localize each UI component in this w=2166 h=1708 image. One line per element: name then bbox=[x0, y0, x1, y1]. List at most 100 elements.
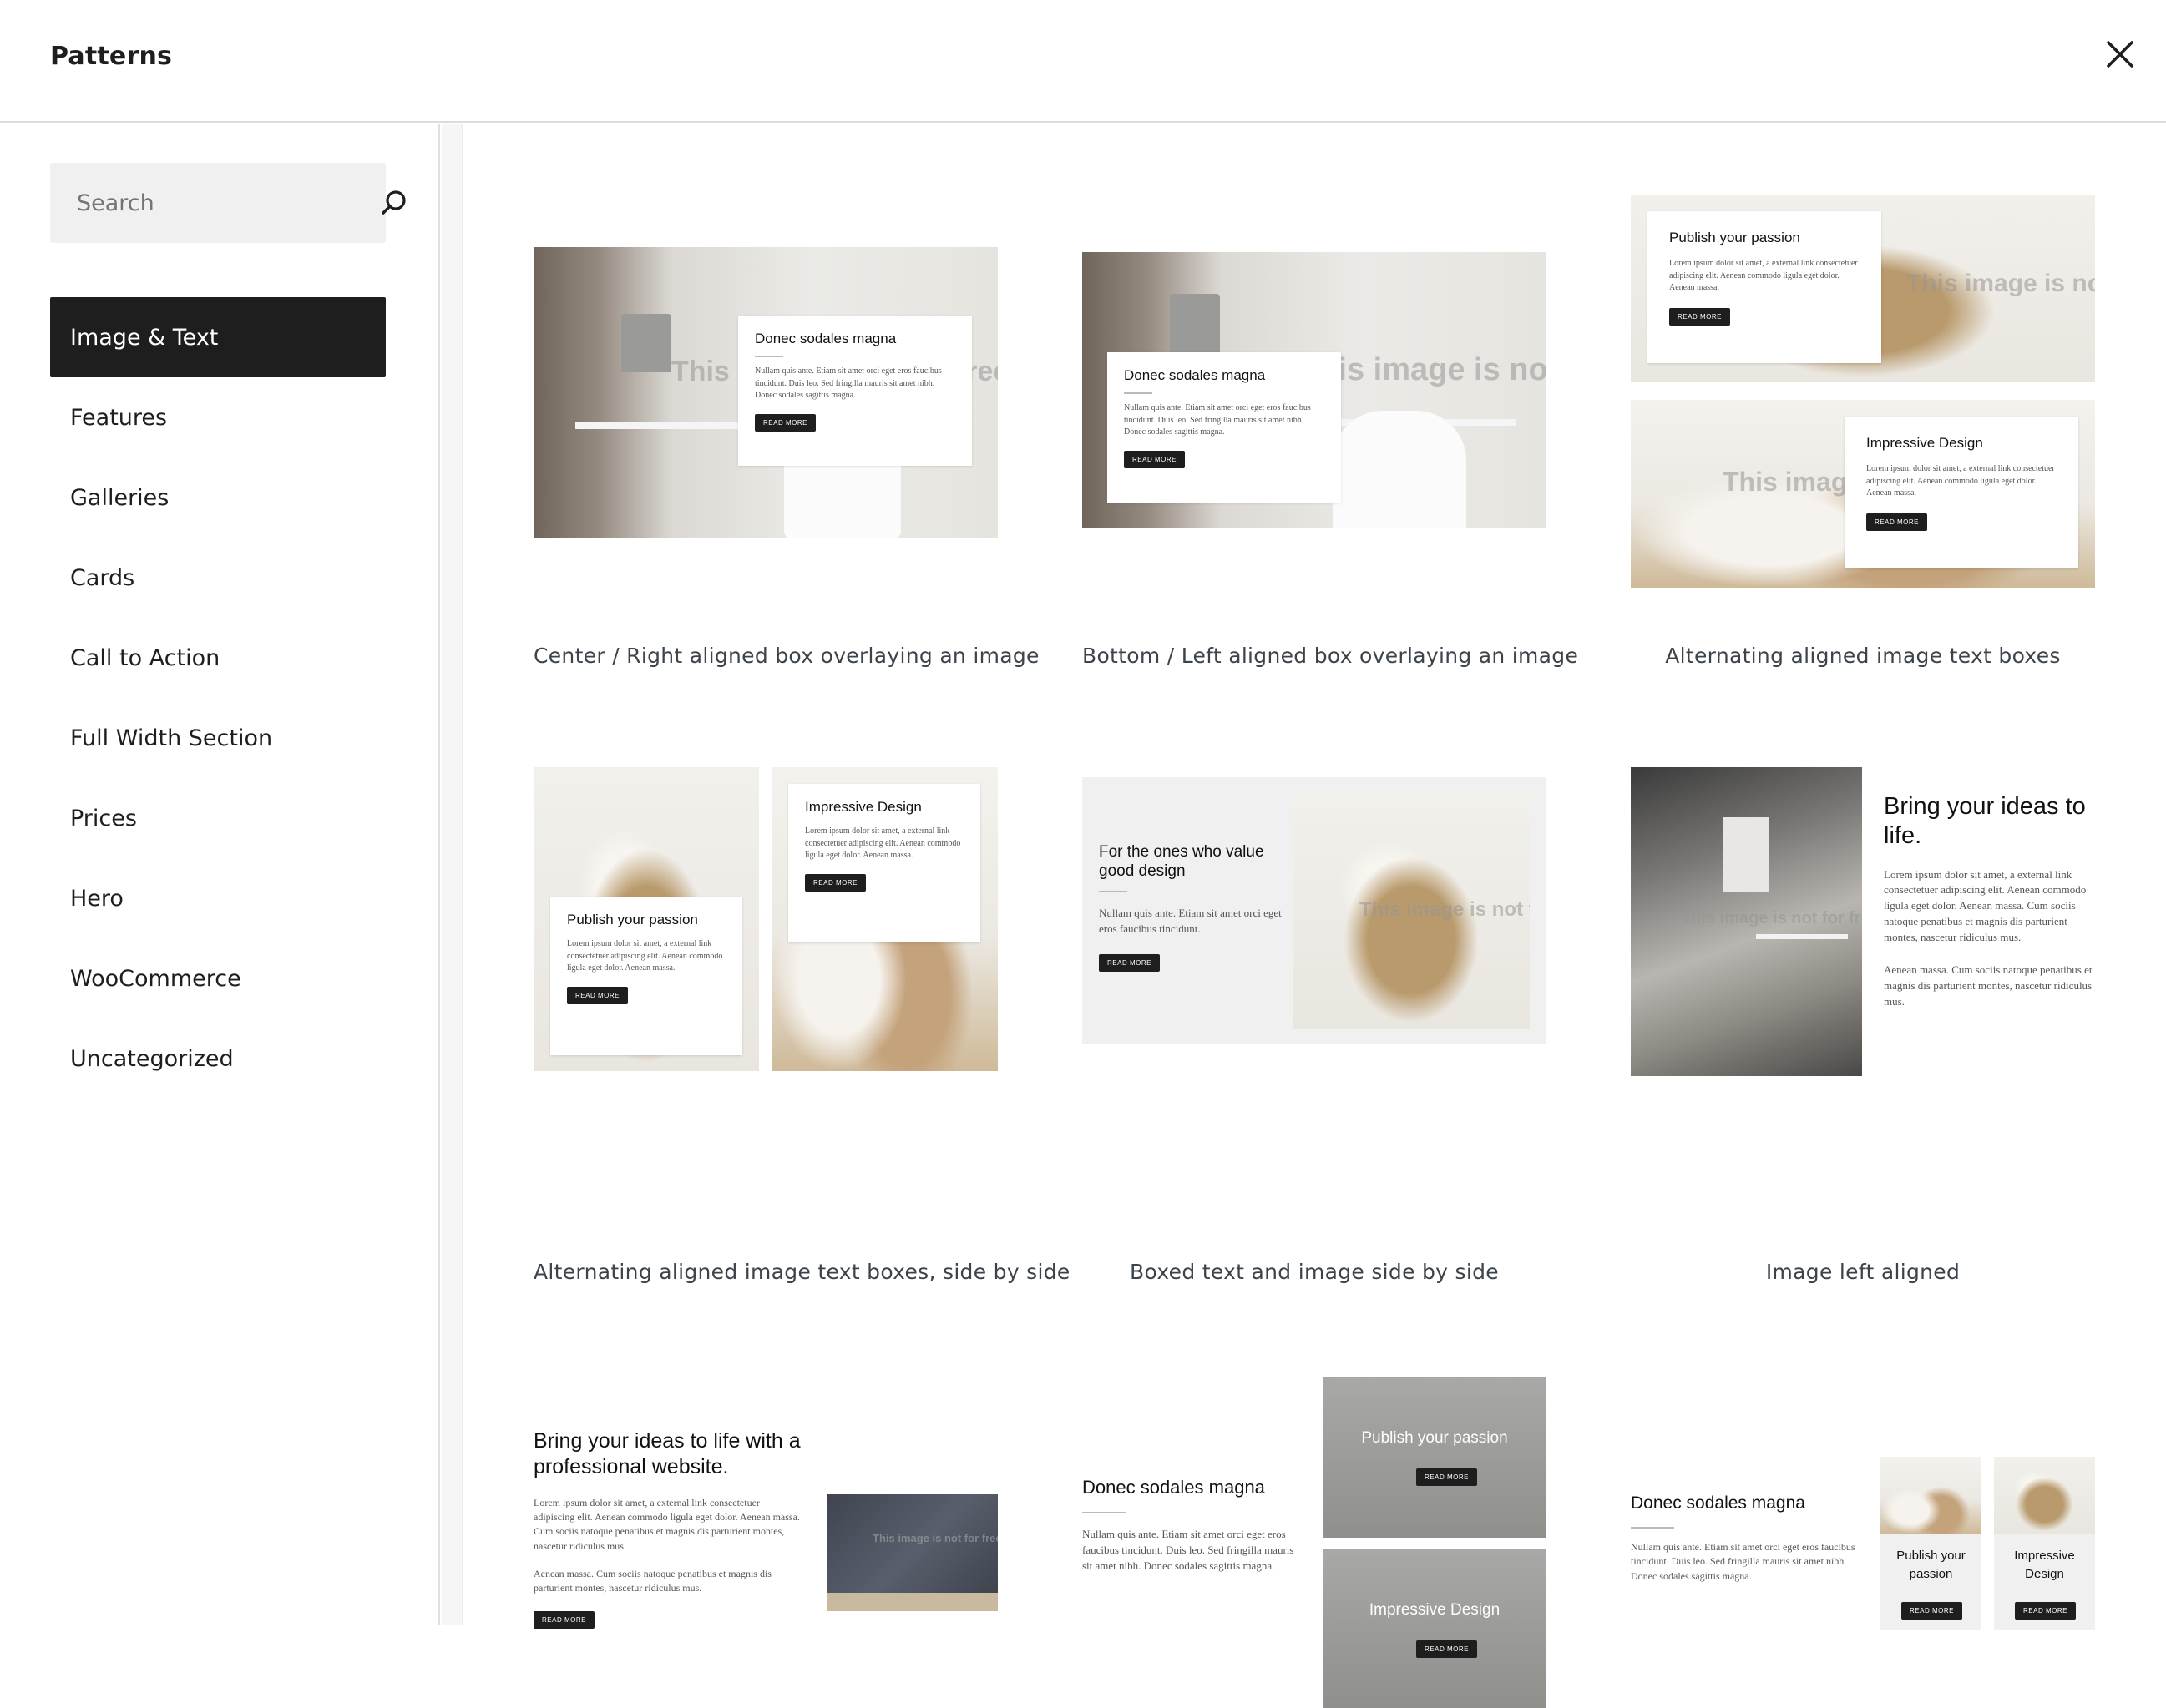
pattern-preview-top: This image is not for free use Publish y… bbox=[1631, 195, 2095, 382]
text-body: Nullam quis ante. Etiam sit amet orci eg… bbox=[1082, 1528, 1294, 1572]
watermark: This image is not for free use bbox=[1359, 898, 1530, 921]
preview-image: This image is not for free use bbox=[827, 1494, 998, 1611]
text-title: Donec sodales magna bbox=[1631, 1493, 1805, 1513]
preview-image: This image is not for free use bbox=[1293, 794, 1530, 1029]
text-title: Bring your ideas to life. bbox=[1884, 793, 2086, 849]
pattern-preview-right: Impressive Design Lorem ipsum dolor sit … bbox=[772, 767, 998, 1071]
pattern-alternating-side-by-side[interactable]: Publish your passion Lorem ipsum dolor s… bbox=[534, 767, 1070, 1301]
read-more-button: READ MORE bbox=[2015, 1602, 2076, 1620]
pattern-preview-bottom: This image Impressive Design Lorem ipsum… bbox=[1631, 400, 2095, 588]
modal-header: Patterns bbox=[0, 0, 2166, 123]
read-more-button: READ MORE bbox=[1669, 307, 1730, 326]
pattern-preview: This image is not for free use Donec sod… bbox=[1082, 252, 1546, 528]
box-body: Lorem ipsum dolor sit amet, a external l… bbox=[805, 826, 961, 860]
category-hero[interactable]: Hero bbox=[50, 858, 386, 938]
sidebar-scrollbar[interactable] bbox=[442, 124, 463, 1625]
read-more-button: READ MORE bbox=[1124, 450, 1185, 468]
box-body: Nullam quis ante. Etiam sit amet orci eg… bbox=[755, 366, 942, 400]
overlay-box: Impressive Design Lorem ipsum dolor sit … bbox=[788, 784, 980, 942]
category-galleries[interactable]: Galleries bbox=[50, 457, 386, 538]
tile-title: Impressive Design bbox=[2014, 1549, 2075, 1581]
tile-title: Impressive Design bbox=[1369, 1601, 1501, 1619]
overlay-box: Donec sodales magna Nullam quis ante. Et… bbox=[1107, 352, 1341, 503]
pattern-image-left-aligned[interactable]: This image is not for free use Bring you… bbox=[1631, 767, 2095, 1301]
preview-tile-bottom: Impressive Design READ MORE bbox=[1323, 1549, 1546, 1708]
category-list: Image & Text Features Galleries Cards Ca… bbox=[50, 297, 386, 1099]
divider bbox=[1631, 1527, 1674, 1529]
text-body: Lorem ipsum dolor sit amet, a external l… bbox=[1884, 867, 2087, 943]
pattern-text-left-image-right[interactable]: Bring your ideas to life with a professi… bbox=[534, 1251, 998, 1629]
overlay-box: Publish your passion Lorem ipsum dolor s… bbox=[550, 897, 742, 1055]
pattern-center-right-box[interactable]: This image is not for free use Donec sod… bbox=[534, 124, 1040, 675]
preview-image: This image is not for free use bbox=[1631, 767, 1862, 1076]
pattern-caption: Alternating aligned image text boxes bbox=[1665, 644, 2061, 668]
category-uncategorized[interactable]: Uncategorized bbox=[50, 1018, 386, 1099]
text-body: Lorem ipsum dolor sit amet, a external l… bbox=[534, 1496, 800, 1552]
search-input[interactable] bbox=[50, 163, 326, 243]
category-features[interactable]: Features bbox=[50, 377, 386, 457]
text-body-secondary: Aenean massa. Cum sociis natoque penatib… bbox=[1884, 963, 2093, 1008]
category-cards[interactable]: Cards bbox=[50, 538, 386, 618]
box-title: Donec sodales magna bbox=[1124, 367, 1266, 383]
preview-tile-left: Publish your passion READ MORE bbox=[1880, 1457, 1981, 1630]
box-body: Lorem ipsum dolor sit amet, a external l… bbox=[567, 939, 723, 973]
box-body: Lorem ipsum dolor sit amet, a external l… bbox=[1866, 464, 2055, 498]
box-title: Publish your passion bbox=[1669, 230, 1800, 245]
read-more-button: READ MORE bbox=[1866, 513, 1927, 531]
watermark: This image is not for free use bbox=[873, 1532, 998, 1544]
text-title: Donec sodales magna bbox=[1082, 1477, 1265, 1498]
search-icon[interactable] bbox=[377, 186, 411, 220]
watermark-secondary: This image bbox=[1723, 467, 1863, 497]
pattern-preview: For the ones who value good design Nulla… bbox=[1082, 777, 1546, 1044]
box-title: Impressive Design bbox=[805, 799, 922, 815]
box-title: Impressive Design bbox=[1866, 435, 1983, 451]
category-prices[interactable]: Prices bbox=[50, 778, 386, 858]
text-body: Nullam quis ante. Etiam sit amet orci eg… bbox=[1631, 1541, 1855, 1582]
read-more-button: READ MORE bbox=[534, 1610, 595, 1629]
box-body: Nullam quis ante. Etiam sit amet orci eg… bbox=[1124, 403, 1311, 437]
pattern-preview-left: Publish your passion Lorem ipsum dolor s… bbox=[534, 767, 759, 1071]
read-more-button: READ MORE bbox=[1416, 1468, 1477, 1486]
text-column: Bring your ideas to life. Lorem ipsum do… bbox=[1884, 792, 2095, 1009]
category-image-text[interactable]: Image & Text bbox=[50, 297, 386, 377]
pattern-text-with-image-stack[interactable]: Donec sodales magna Nullam quis ante. Et… bbox=[1082, 1251, 1546, 1708]
category-full-width-section[interactable]: Full Width Section bbox=[50, 698, 386, 778]
divider bbox=[1082, 1512, 1126, 1513]
overlay-box: Publish your passion Lorem ipsum dolor s… bbox=[1647, 211, 1881, 363]
read-more-button: READ MORE bbox=[1416, 1640, 1477, 1658]
category-woocommerce[interactable]: WooCommerce bbox=[50, 938, 386, 1018]
pattern-preview: This image is not for free use Donec sod… bbox=[534, 247, 998, 538]
pattern-boxed-text-image[interactable]: For the ones who value good design Nulla… bbox=[1082, 767, 1546, 1301]
text-body-secondary: Aenean massa. Cum sociis natoque penatib… bbox=[534, 1568, 772, 1594]
preview-tile-right: Impressive Design READ MORE bbox=[1994, 1457, 2095, 1630]
watermark: This image is not for free use bbox=[1906, 270, 2095, 297]
overlay-box: Impressive Design Lorem ipsum dolor sit … bbox=[1845, 417, 2078, 568]
pattern-caption: Center / Right aligned box overlaying an… bbox=[534, 644, 1040, 668]
text-column: Donec sodales magna Nullam quis ante. Et… bbox=[1631, 1493, 1869, 1584]
text-title: For the ones who value good design bbox=[1099, 843, 1264, 881]
close-icon bbox=[2107, 41, 2133, 68]
pattern-bottom-left-box[interactable]: This image is not for free use Donec sod… bbox=[1082, 124, 1579, 675]
close-button[interactable] bbox=[2099, 33, 2141, 75]
overlay-box: Donec sodales magna Nullam quis ante. Et… bbox=[738, 316, 972, 466]
divider bbox=[755, 356, 783, 357]
box-title: Publish your passion bbox=[567, 912, 698, 927]
divider bbox=[1099, 891, 1127, 893]
modal-title: Patterns bbox=[50, 42, 173, 71]
preview-tile-top: Publish your passion READ MORE bbox=[1323, 1377, 1546, 1538]
pattern-grid: This image is not for free use Donec sod… bbox=[465, 124, 2166, 1708]
text-body: Nullam quis ante. Etiam sit amet orci eg… bbox=[1099, 907, 1282, 936]
read-more-button: READ MORE bbox=[1099, 954, 1160, 973]
read-more-button: READ MORE bbox=[567, 986, 628, 1004]
pattern-alternating-boxes[interactable]: This image is not for free use Publish y… bbox=[1631, 124, 2095, 675]
search-box bbox=[50, 163, 406, 243]
read-more-button: READ MORE bbox=[805, 873, 866, 892]
category-call-to-action[interactable]: Call to Action bbox=[50, 618, 386, 698]
text-column: Bring your ideas to life with a professi… bbox=[534, 1428, 801, 1629]
tile-title: Publish your passion bbox=[1896, 1549, 1966, 1581]
read-more-button: READ MORE bbox=[755, 413, 816, 432]
watermark: This image is not for free use bbox=[1681, 909, 1862, 927]
pattern-text-with-tiles[interactable]: Donec sodales magna Nullam quis ante. Et… bbox=[1631, 1251, 2095, 1630]
pattern-caption: Bottom / Left aligned box overlaying an … bbox=[1082, 644, 1579, 668]
text-title: Bring your ideas to life with a professi… bbox=[534, 1429, 801, 1479]
